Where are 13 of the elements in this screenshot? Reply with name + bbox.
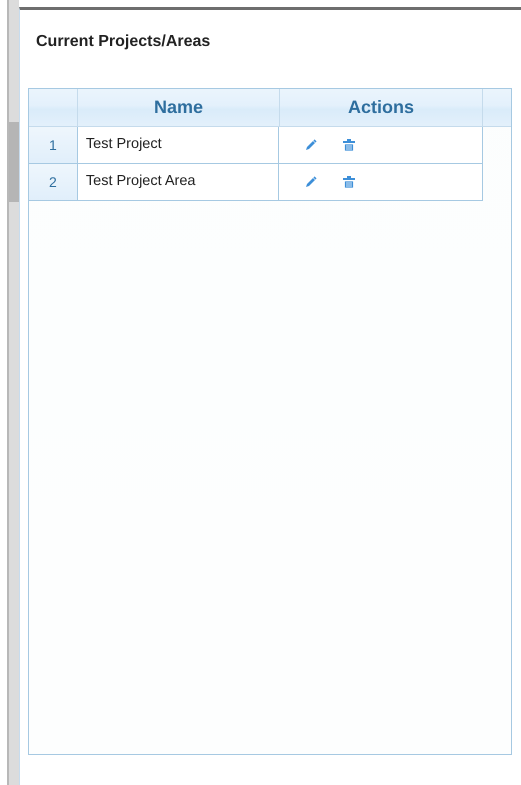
scrollbar-thumb[interactable] [9, 122, 19, 202]
edit-icon[interactable] [305, 139, 318, 151]
panel-title: Current Projects/Areas [36, 32, 212, 52]
scrollbar[interactable] [7, 0, 19, 785]
delete-icon[interactable] [343, 176, 356, 188]
project-name: Test Project [78, 127, 280, 163]
row-number: 2 [29, 164, 78, 200]
column-header[interactable]: Name [78, 89, 280, 126]
project-name: Test Project Area [78, 164, 280, 200]
column-header[interactable]: Actions [280, 89, 483, 126]
delete-icon[interactable] [343, 138, 356, 152]
row-number: 1 [29, 127, 78, 163]
edit-icon[interactable] [305, 176, 318, 188]
